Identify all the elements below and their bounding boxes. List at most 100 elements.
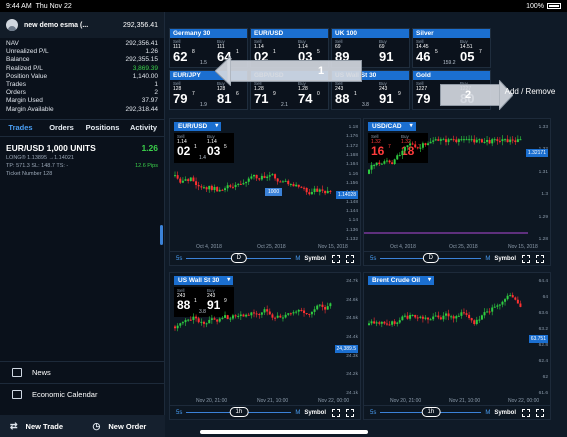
y-tick-label: 24.7k <box>346 279 358 284</box>
buy-price[interactable]: 91 <box>379 91 393 106</box>
candle-body <box>245 314 248 317</box>
candle-body <box>409 143 412 146</box>
candle-body <box>473 320 476 325</box>
interval-max-label[interactable]: M <box>485 410 490 416</box>
arrow-left-icon <box>215 56 231 86</box>
y-tick-label: 1.172 <box>345 143 358 149</box>
candle-body <box>424 317 427 319</box>
y-tick-label: 1.136 <box>345 227 358 233</box>
chart-toolbar: 5s 1h M Symbol <box>364 405 550 419</box>
position-marker[interactable]: 1000 <box>265 188 283 196</box>
sell-price[interactable]: 79 <box>173 91 187 106</box>
current-price-tag: 63.751 <box>528 335 548 343</box>
tab-positions[interactable]: Positions <box>82 123 123 132</box>
symbol-button[interactable]: Symbol <box>494 410 516 416</box>
trade-pips: 12.6 Pips <box>135 162 158 169</box>
timeframe-pill[interactable]: 1h <box>421 407 441 417</box>
interval-max-label[interactable]: M <box>295 256 300 262</box>
tab-orders[interactable]: Orders <box>41 123 82 132</box>
menu-news[interactable]: News <box>0 361 165 383</box>
candle-body <box>229 185 232 187</box>
candle-body <box>450 139 453 141</box>
timeframe-slider[interactable]: 1h <box>380 407 482 417</box>
candle-body <box>498 304 501 306</box>
interval-max-label[interactable]: M <box>485 256 490 262</box>
symbol-button[interactable]: Symbol <box>304 256 326 262</box>
quote-symbol: Germany 30 <box>170 29 247 38</box>
candle-body <box>281 181 284 183</box>
timeframe-slider[interactable]: 1h <box>186 407 292 417</box>
menu-economic-calendar[interactable]: Economic Calendar <box>0 383 165 405</box>
x-tick-label: Oct 25, 2018 <box>449 244 478 250</box>
home-indicator[interactable] <box>200 430 368 434</box>
candle-body <box>421 316 424 319</box>
buy-pip: 9 <box>398 91 401 97</box>
candle-body <box>208 319 211 324</box>
candle-body <box>279 181 282 183</box>
interval-min-label[interactable]: 5s <box>176 256 182 262</box>
buy-price[interactable]: 74 <box>298 91 312 106</box>
tab-trades[interactable]: Trades <box>0 123 41 132</box>
buy-price[interactable]: 05 <box>460 49 474 64</box>
candle-body <box>224 315 227 318</box>
sell-price[interactable]: 46 <box>416 49 430 64</box>
candle-body <box>242 314 245 317</box>
timeframe-pill[interactable]: 1h <box>229 407 249 417</box>
candle-body <box>406 315 409 319</box>
trade-row[interactable]: EUR/USD 1,000 UNITS 1.26 LONG® 1.13895 →… <box>0 137 164 183</box>
chart-panel[interactable]: US Wall St 30 Sell Buy 243 88 1 243 91 9… <box>169 272 361 420</box>
timeframe-pill[interactable]: D <box>230 253 247 263</box>
candle-body <box>406 145 409 148</box>
candle-body <box>313 309 316 312</box>
y-tick-label: 64 <box>542 295 548 300</box>
interval-min-label[interactable]: 5s <box>176 410 182 416</box>
timeframe-slider[interactable]: D <box>186 253 292 263</box>
fullscreen-icon[interactable] <box>346 254 354 263</box>
scrollbar[interactable] <box>160 225 163 245</box>
candle-body <box>475 319 478 325</box>
sell-price[interactable]: 71 <box>254 91 268 106</box>
candle-body <box>416 317 419 319</box>
interval-min-label[interactable]: 5s <box>370 256 376 262</box>
crosshair-icon[interactable] <box>332 408 340 417</box>
candle-body <box>303 310 306 314</box>
candle-body <box>197 185 200 187</box>
chart-panel[interactable]: Brent Crude Oil64.46463.663.262.862.4626… <box>363 272 551 420</box>
buy-price[interactable]: 91 <box>379 49 393 64</box>
chart-panel[interactable]: EUR/USD Sell Buy 1.14 02 1 1.14 03 5 1.4… <box>169 118 361 266</box>
timeframe-pill[interactable]: D <box>422 253 439 263</box>
new-trade-label: New Trade <box>25 421 64 431</box>
x-tick-label: Nov 15, 2018 <box>318 244 348 250</box>
candle-body <box>287 180 290 185</box>
crosshair-icon[interactable] <box>522 408 530 417</box>
crosshair-icon[interactable] <box>332 254 340 263</box>
fullscreen-icon[interactable] <box>346 408 354 417</box>
fullscreen-icon[interactable] <box>536 254 544 263</box>
interval-min-label[interactable]: 5s <box>370 410 376 416</box>
tab-activity[interactable]: Activity <box>123 123 164 132</box>
chart-panel[interactable]: USD/CAD Sell Buy 1.32 16 7 1.32 18 7 1.3… <box>363 118 551 266</box>
crosshair-icon[interactable] <box>522 254 530 263</box>
new-order-button[interactable]: ◷ New Order <box>83 421 166 432</box>
symbol-button[interactable]: Symbol <box>304 410 326 416</box>
candle-body <box>213 318 216 320</box>
new-trade-button[interactable]: ⇄ New Trade <box>0 421 83 432</box>
account-selector[interactable]: new demo esma (... 292,356.41 <box>0 12 164 38</box>
sell-price[interactable]: 88 <box>335 91 349 106</box>
sell-price[interactable]: 62 <box>173 49 187 64</box>
account-row: Balance 292,355.15 <box>6 56 158 64</box>
add-remove-button[interactable]: Add / Remove <box>493 83 567 101</box>
buy-price[interactable]: 81 <box>217 91 231 106</box>
candle-body <box>439 139 442 141</box>
sell-price[interactable]: 79 <box>416 91 430 106</box>
timeframe-slider[interactable]: D <box>380 253 482 263</box>
interval-max-label[interactable]: M <box>295 410 300 416</box>
quote-tile[interactable]: Silver Sell Buy 14.45 46 5 14.51 05 7 15… <box>412 28 491 68</box>
fullscreen-icon[interactable] <box>536 408 544 417</box>
candle-body <box>318 189 321 192</box>
candle-body <box>324 190 327 194</box>
buy-pip: 1 <box>236 49 239 55</box>
symbol-button[interactable]: Symbol <box>494 256 516 262</box>
buy-pip: 5 <box>317 49 320 55</box>
candle-body <box>326 306 329 310</box>
